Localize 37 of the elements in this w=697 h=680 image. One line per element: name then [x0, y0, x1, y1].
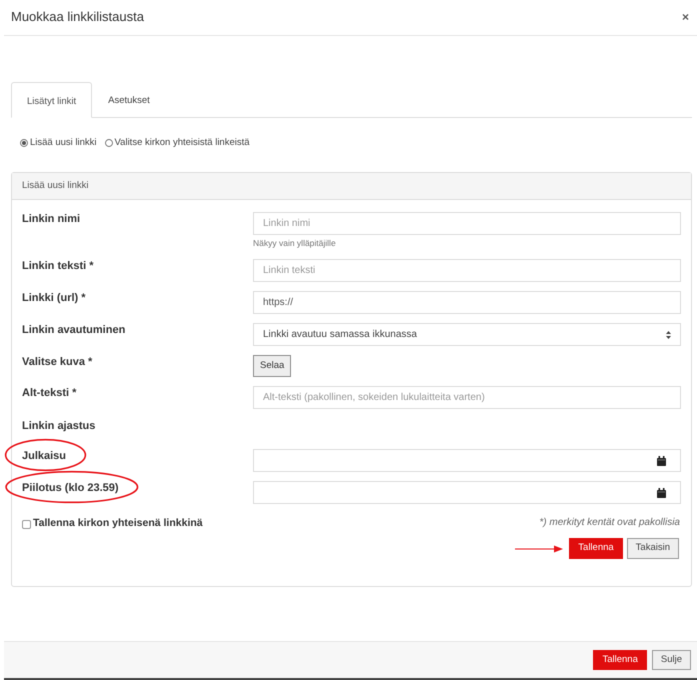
footer-button[interactable]: Tallenna: [593, 650, 647, 670]
calendar-icon: [657, 488, 666, 498]
field-label: Alt-teksti *: [22, 386, 76, 400]
action-button[interactable]: Takaisin: [626, 538, 679, 559]
text-field[interactable]: Linkin nimi: [253, 212, 681, 235]
date-field[interactable]: [253, 449, 681, 472]
radio-label[interactable]: Lisää uusi linkki: [30, 136, 97, 150]
checkbox-label[interactable]: Tallenna kirkon yhteisenä linkkinä: [33, 516, 203, 532]
field-label: Valitse kuva *: [22, 355, 92, 369]
radio-label[interactable]: Valitse kirkon yhteisistä linkeistä: [114, 136, 250, 150]
updown-caret-icon: [666, 330, 671, 338]
action-button[interactable]: Tallenna: [569, 538, 623, 559]
text-field[interactable]: Linkin teksti: [253, 259, 681, 282]
radio-button[interactable]: [20, 139, 28, 147]
footer-button[interactable]: Sulje: [652, 650, 691, 670]
field-label: Linkin ajastus: [22, 419, 96, 433]
text-field[interactable]: Alt-teksti (pakollinen, sokeiden lukulaitteita varten): [253, 386, 681, 409]
text-field[interactable]: https://: [253, 291, 681, 314]
close-button[interactable]: ×: [682, 10, 689, 22]
field-label: Piilotus (klo 23.59): [22, 481, 119, 495]
field-label: Linkin avautuminen: [22, 323, 126, 337]
browse-button[interactable]: Selaa: [253, 355, 292, 377]
calendar-icon: [657, 456, 666, 466]
dialog-title: Muokkaa linkkilistausta: [11, 8, 144, 26]
field-label: Julkaisu: [22, 449, 66, 463]
field-label: Linkki (url) *: [22, 291, 86, 305]
panel-heading: Lisää uusi linkki: [12, 173, 691, 200]
help-text: Näkyy vain ylläpitäjille: [253, 237, 337, 249]
tab[interactable]: Lisätyt linkit: [11, 82, 92, 118]
select-field[interactable]: Linkki avautuu samassa ikkunassa: [253, 323, 681, 346]
required-note: *) merkityt kentät ovat pakollisia: [539, 516, 681, 530]
checkbox[interactable]: [22, 520, 31, 528]
field-label: Linkin teksti *: [22, 259, 94, 273]
radio-button[interactable]: [104, 139, 113, 147]
date-field[interactable]: [253, 481, 681, 504]
field-label: Linkin nimi: [22, 212, 80, 226]
tab[interactable]: Asetukset: [92, 82, 166, 117]
